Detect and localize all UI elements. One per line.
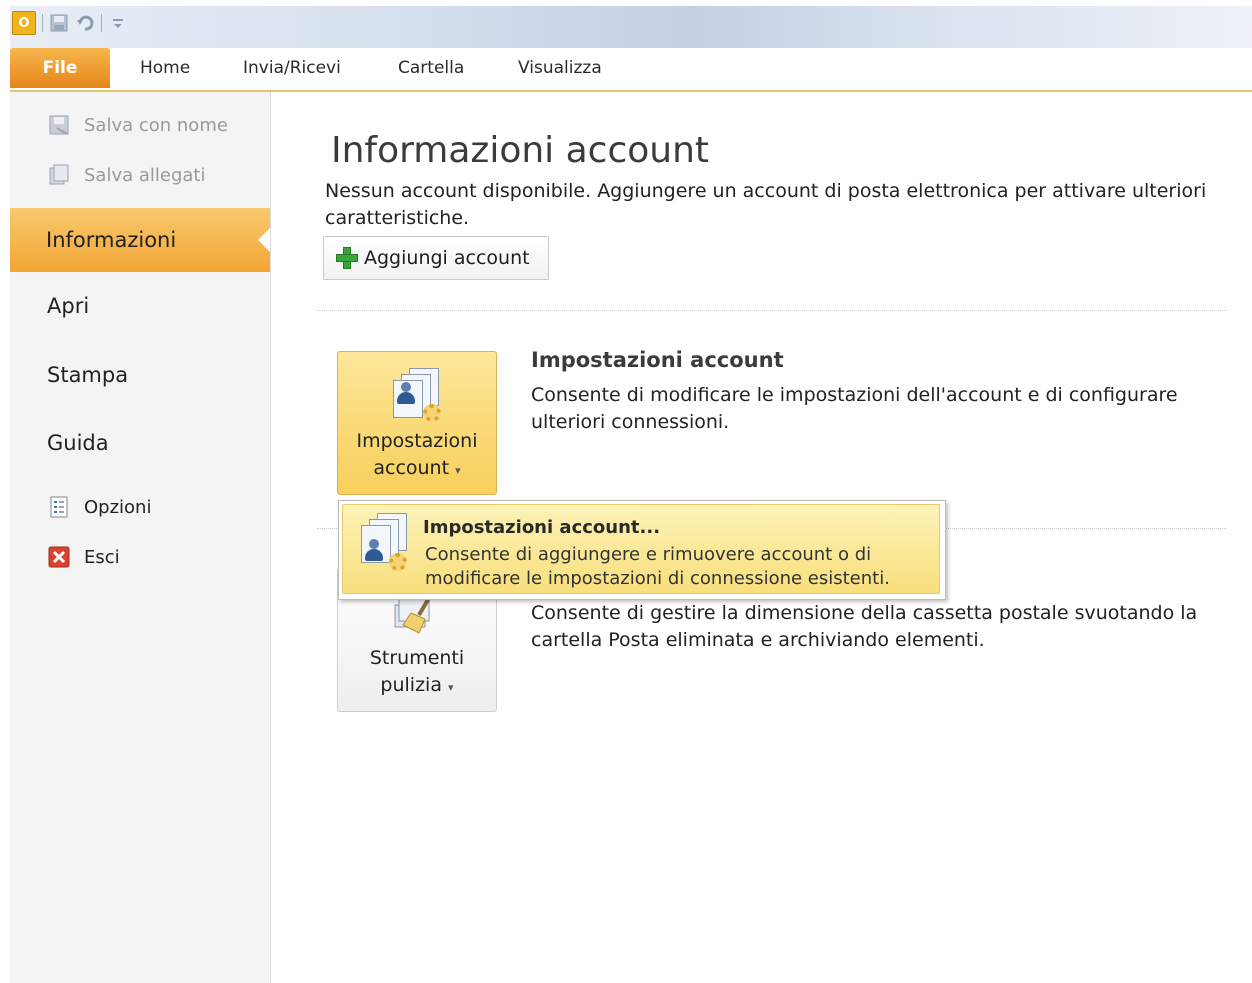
nav-save-attachments-label: Salva allegati	[84, 164, 206, 186]
nav-save-as[interactable]: Salva con nome	[46, 112, 266, 138]
account-settings-title: Impostazioni account	[531, 348, 784, 372]
undo-icon[interactable]	[75, 13, 95, 33]
page-subtitle: Nessun account disponibile. Aggiungere u…	[325, 180, 1207, 229]
nav-save-attachments[interactable]: Salva allegati	[46, 162, 266, 188]
outlook-icon[interactable]: O	[12, 11, 36, 35]
close-icon	[46, 544, 72, 570]
nav-options-label: Opzioni	[84, 496, 152, 518]
page-title: Informazioni account	[331, 130, 710, 171]
account-settings-button[interactable]: Impostazioni account ▾	[337, 351, 497, 495]
tab-file[interactable]: File	[10, 48, 110, 88]
customize-qat-icon[interactable]	[108, 13, 128, 33]
nav-info[interactable]: Informazioni	[10, 208, 270, 272]
tab-home[interactable]: Home	[140, 48, 190, 88]
nav-exit-label: Esci	[84, 546, 120, 568]
account-settings-description: Consente di modificare le impostazioni d…	[531, 384, 1178, 433]
cleanup-description: Consente di gestire la dimensione della …	[531, 602, 1198, 651]
nav-save-as-label: Salva con nome	[84, 114, 228, 136]
menu-item-title: Impostazioni account...	[423, 517, 661, 538]
add-account-label: Aggiungi account	[364, 247, 530, 269]
menu-item-description: Consente di aggiungere e rimuovere accou…	[425, 544, 890, 589]
nav-info-label: Informazioni	[46, 228, 177, 252]
cleanup-tools-button-label-2: pulizia	[380, 674, 442, 696]
account-settings-dropdown: Impostazioni account... Consente di aggi…	[338, 500, 946, 600]
cleanup-tools-button-label-1: Strumenti	[369, 647, 465, 669]
divider	[317, 310, 1227, 311]
quick-access-toolbar: O	[12, 10, 128, 36]
chevron-down-icon: ▾	[455, 464, 461, 477]
tab-view[interactable]: Visualizza	[518, 48, 602, 88]
save-icon[interactable]	[49, 13, 69, 33]
options-icon	[46, 494, 72, 520]
save-as-icon	[46, 112, 72, 138]
nav-open[interactable]: Apri	[47, 294, 307, 318]
ribbon-tabs: File Home Invia/Ricevi Cartella Visualiz…	[10, 48, 1252, 92]
qat-separator	[42, 14, 43, 32]
add-account-button[interactable]: Aggiungi account	[323, 236, 549, 280]
account-settings-button-label-1: Impostazioni	[356, 430, 478, 452]
nav-options[interactable]: Opzioni	[46, 494, 266, 520]
plus-icon	[336, 247, 358, 269]
nav-print[interactable]: Stampa	[47, 363, 307, 387]
tab-send-receive[interactable]: Invia/Ricevi	[243, 48, 341, 88]
qat-separator-2	[101, 14, 102, 32]
nav-exit[interactable]: Esci	[46, 544, 266, 570]
backstage-nav: Salva con nome Salva allegati Informazio…	[10, 92, 271, 983]
menu-item-account-settings[interactable]: Impostazioni account... Consente di aggi…	[342, 504, 940, 594]
account-settings-icon	[389, 368, 445, 424]
chevron-down-icon-2: ▾	[448, 681, 454, 694]
tab-folder[interactable]: Cartella	[398, 48, 464, 88]
account-settings-button-label-2: account	[373, 457, 450, 479]
nav-help[interactable]: Guida	[47, 431, 307, 455]
save-attachments-icon	[46, 162, 72, 188]
title-bar: O	[10, 6, 1252, 48]
account-settings-menu-icon	[353, 513, 413, 573]
